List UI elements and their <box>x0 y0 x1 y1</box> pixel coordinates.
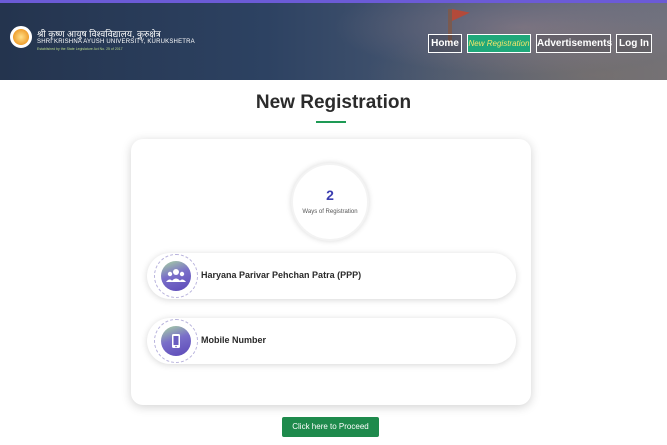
option-icon-ring <box>154 254 198 298</box>
nav-advertisements[interactable]: Advertisements <box>536 34 612 53</box>
title-underline <box>316 121 346 123</box>
nav-login[interactable]: Log In <box>616 34 652 53</box>
option-ppp-label: Haryana Parivar Pehchan Patra (PPP) <box>201 270 362 280</box>
nav-new-registration[interactable]: New Registration <box>467 34 531 53</box>
ways-label: Ways of Registration <box>302 209 358 215</box>
logo-english-name: SHRI KRISHNA AYUSH UNIVERSITY, KURUKSHET… <box>37 39 195 45</box>
nav-home[interactable]: Home <box>428 34 462 53</box>
option-mobile-label: Mobile Number <box>201 335 267 345</box>
registration-card: 2 Ways of Registration Haryana Parivar P… <box>131 139 531 405</box>
option-mobile-number[interactable]: Mobile Number <box>147 318 516 364</box>
university-logo[interactable]: श्री कृष्ण आयुष विश्वविद्यालय, कुरुक्षेत… <box>10 26 195 60</box>
ways-of-registration-badge: 2 Ways of Registration <box>291 163 369 241</box>
logo-tagline: Established by the State Legislature Act… <box>37 47 123 51</box>
option-icon-ring <box>154 319 198 363</box>
ways-count: 2 <box>326 187 334 203</box>
header-banner: श्री कृष्ण आयुष विश्वविद्यालय, कुरुक्षेत… <box>0 0 667 80</box>
university-seal-icon <box>10 26 32 48</box>
family-icon <box>166 269 186 282</box>
option-ppp[interactable]: Haryana Parivar Pehchan Patra (PPP) <box>147 253 516 299</box>
mobile-icon <box>172 334 180 348</box>
page-title: New Registration <box>255 92 412 113</box>
proceed-button[interactable]: Click here to Proceed <box>282 417 379 437</box>
